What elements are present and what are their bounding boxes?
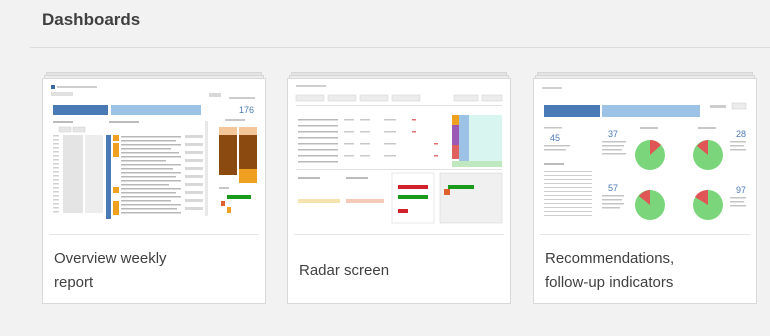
card-title-line2: follow-up indicators (545, 274, 674, 291)
dashboard-card-recommendations[interactable]: 45 37 28 57 97 Recommendations, follow-u… (533, 72, 757, 304)
card-body[interactable]: 176 Overview weekly report (42, 78, 266, 304)
kpi-value: 28 (736, 129, 746, 139)
card-title-line2: report (54, 274, 94, 291)
card-title-line1: Overview weekly (54, 250, 167, 267)
card-body[interactable]: 45 37 28 57 97 Recommendations, follow-u… (533, 78, 757, 304)
thumbnail-separator (540, 234, 750, 235)
section-title: Dashboards (42, 10, 141, 29)
kpi-value: 97 (736, 185, 746, 195)
card-title-line1: Recommendations, (545, 250, 675, 267)
dashboard-thumbnail: 45 37 28 57 97 (540, 83, 750, 231)
thumbnail-separator (49, 234, 259, 235)
dashboard-card-overview-weekly-report[interactable]: 176 Overview weekly report (42, 72, 266, 304)
kpi-value: 176 (239, 105, 254, 115)
card-title: Radar screen (299, 262, 390, 279)
section-header: Dashboards (0, 0, 770, 48)
header-divider (30, 47, 770, 48)
kpi-value: 45 (550, 133, 560, 143)
kpi-value: 37 (608, 129, 618, 139)
kpi-value: 57 (608, 183, 618, 193)
dashboard-thumbnail: 176 (49, 83, 259, 231)
thumbnail-separator (294, 234, 504, 235)
card-body[interactable]: Radar screen (287, 78, 511, 304)
dashboard-thumbnail (294, 83, 504, 231)
dashboard-card-radar-screen[interactable]: Radar screen (287, 72, 511, 304)
